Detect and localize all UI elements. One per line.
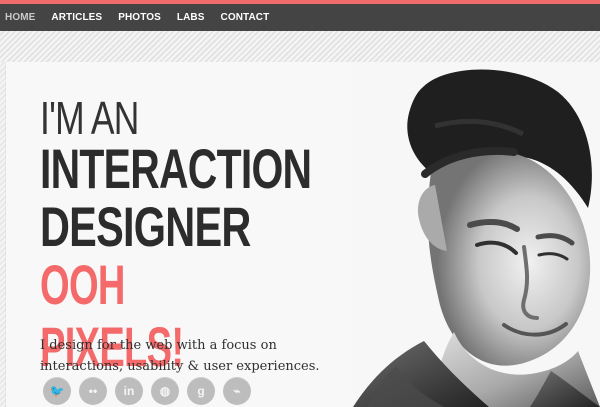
nav-photos-link[interactable]: PHOTOS bbox=[118, 4, 161, 31]
linkedin-icon[interactable]: in bbox=[115, 377, 143, 405]
nav-labs-link[interactable]: LABS bbox=[177, 4, 205, 31]
social-links: 🐦 •• in ◍ g ⌁ bbox=[43, 377, 251, 405]
nav-contact-link[interactable]: CONTACT bbox=[221, 4, 270, 31]
headline-line-3: DESIGNER bbox=[40, 195, 251, 258]
nav-list: HOME ARTICLES PHOTOS LABS CONTACT bbox=[0, 4, 600, 31]
nav-articles-link[interactable]: ARTICLES bbox=[51, 4, 102, 31]
hero-panel: I'M AN INTERACTION DESIGNER OOH PIXELS! … bbox=[6, 62, 600, 407]
twitter-icon[interactable]: 🐦 bbox=[43, 377, 71, 405]
rss-icon[interactable]: ⌁ bbox=[223, 377, 251, 405]
top-navigation: HOME ARTICLES PHOTOS LABS CONTACT bbox=[0, 4, 600, 31]
portrait-photo bbox=[353, 62, 600, 407]
nav-home-link[interactable]: HOME bbox=[5, 4, 35, 31]
hero-tagline: I design for the web with a focus on int… bbox=[40, 338, 320, 374]
pattern-band bbox=[0, 31, 600, 62]
headline-line-2: INTERACTION bbox=[40, 137, 312, 200]
dribbble-icon[interactable]: ◍ bbox=[151, 377, 179, 405]
google-icon[interactable]: g bbox=[187, 377, 215, 405]
flickr-icon[interactable]: •• bbox=[79, 377, 107, 405]
